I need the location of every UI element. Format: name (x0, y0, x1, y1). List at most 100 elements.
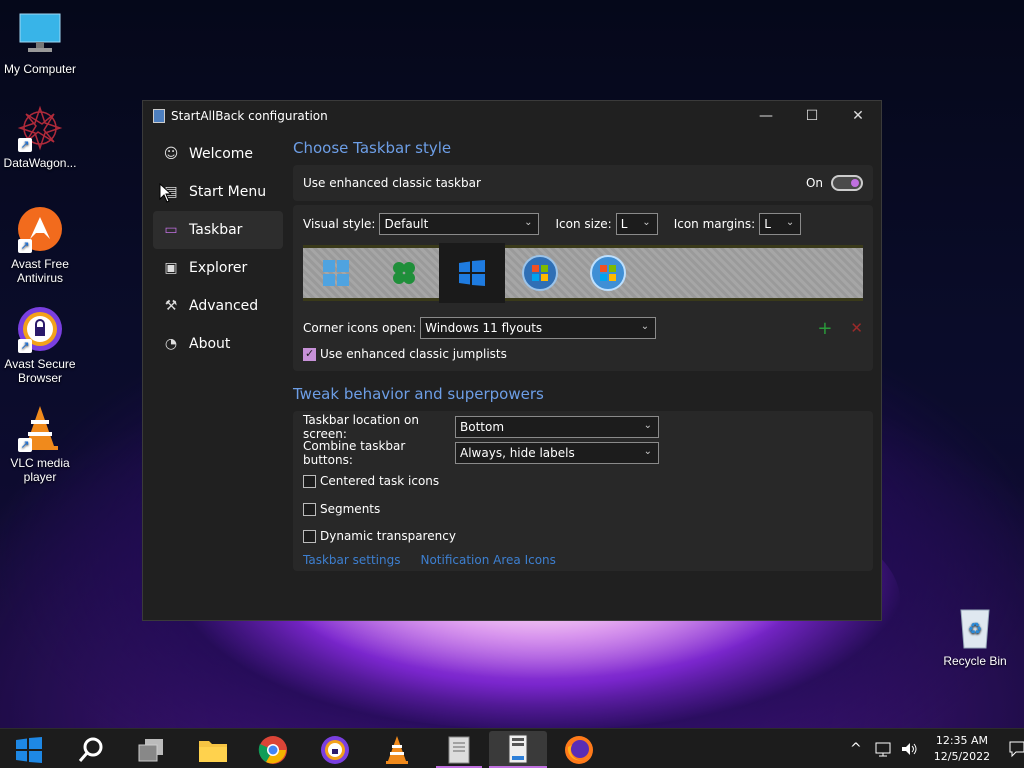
sidebar-item-taskbar[interactable]: ▭ Taskbar (153, 211, 283, 249)
enhanced-taskbar-toggle[interactable] (831, 175, 863, 191)
window-title: StartAllBack configuration (171, 109, 328, 123)
sidebar-item-about[interactable]: ◔ About (153, 325, 283, 363)
corner-icons-select[interactable]: Windows 11 flyouts ⌄ (420, 317, 657, 339)
visual-style-label: Visual style: (303, 217, 376, 231)
search-icon[interactable] (74, 733, 108, 767)
app-icon (153, 109, 165, 123)
documents-icon[interactable] (442, 733, 476, 767)
desktop-icon-recycle-bin[interactable]: ♻ Recycle Bin (935, 602, 1015, 668)
sidebar-item-label: About (189, 336, 231, 352)
smile-icon: ☺ (163, 146, 179, 162)
desktop-icon-my-computer[interactable]: My Computer (0, 10, 80, 76)
chevron-down-icon: ⌄ (640, 321, 650, 332)
monitor-icon (16, 10, 64, 58)
desktop-icon-label: Avast Secure Browser (4, 357, 76, 385)
desktop-icon-avast-antivirus[interactable]: ↗ Avast Free Antivirus (0, 205, 80, 285)
main-content: Choose Taskbar style Use enhanced classi… (293, 139, 873, 575)
minimize-button[interactable]: — (743, 101, 789, 131)
location-label: Taskbar location on screen: (303, 413, 419, 441)
network-icon[interactable] (874, 741, 892, 757)
location-select[interactable]: Bottom ⌄ (455, 416, 659, 438)
shortcut-arrow-icon: ↗ (18, 339, 32, 353)
chevron-down-icon: ⌄ (785, 217, 795, 228)
segments-checkbox[interactable] (303, 502, 316, 516)
sidebar-item-advanced[interactable]: ⚒ Advanced (153, 287, 283, 325)
avast-antivirus-icon: ↗ (16, 205, 64, 253)
style-option-vista[interactable] (575, 248, 641, 298)
remove-icon[interactable]: ✕ (850, 319, 863, 337)
datawagon-icon: ↗ (16, 104, 64, 152)
enhanced-taskbar-card: Use enhanced classic taskbar On (293, 165, 873, 201)
style-option-clover[interactable] (371, 248, 437, 298)
desktop-icon-label: VLC media player (10, 456, 70, 484)
style-option-win10[interactable] (439, 243, 505, 303)
notification-icon[interactable] (1008, 740, 1024, 758)
date-text: 12/5/2022 (933, 750, 991, 763)
vista-orb-icon (590, 255, 626, 291)
gauge-icon: ◔ (164, 336, 178, 352)
close-button[interactable]: ✕ (835, 101, 881, 131)
desktop-icon-label: DataWagon... (3, 156, 77, 170)
section-title-taskbar-style: Choose Taskbar style (293, 139, 452, 157)
select-value: Default (384, 217, 429, 231)
shortcut-arrow-icon: ↗ (18, 438, 32, 452)
clover-icon (393, 262, 415, 284)
sidebar-item-explorer[interactable]: ▣ Explorer (153, 249, 283, 287)
system-tray: ^ 12:35 AM 12/5/2022 (850, 729, 1024, 768)
select-value: L (764, 217, 771, 231)
maximize-button[interactable]: ☐ (789, 101, 835, 131)
startallback-icon[interactable] (489, 731, 547, 767)
centered-checkbox[interactable] (303, 474, 316, 488)
combine-select[interactable]: Always, hide labels ⌄ (455, 442, 659, 464)
select-value: Always, hide labels (460, 446, 575, 460)
style-option-win7[interactable] (507, 248, 573, 298)
avast-browser-icon[interactable] (318, 733, 352, 767)
shortcut-arrow-icon: ↗ (18, 239, 32, 253)
title-bar[interactable]: StartAllBack configuration — ☐ ✕ (143, 101, 881, 131)
jumplists-checkbox[interactable] (303, 347, 316, 361)
tray-chevron-icon[interactable]: ^ (850, 741, 862, 757)
time-text: 12:35 AM (935, 734, 989, 747)
select-value: L (620, 217, 628, 231)
shortcut-arrow-icon: ↗ (18, 138, 32, 152)
sidebar-item-label: Start Menu (189, 184, 267, 200)
firefox-icon[interactable] (562, 733, 596, 767)
windows-start-icon[interactable] (12, 733, 46, 767)
file-explorer-icon[interactable] (196, 733, 230, 767)
sidebar-item-welcome[interactable]: ☺ Welcome (153, 135, 283, 173)
icon-size-label: Icon size: (555, 217, 612, 231)
task-view-icon[interactable] (134, 733, 168, 767)
recycle-bin-icon: ♻ (951, 602, 999, 650)
taskbar-settings-link[interactable]: Taskbar settings (303, 553, 400, 567)
select-value: Windows 11 flyouts (425, 321, 543, 335)
sidebar-item-label: Explorer (189, 260, 248, 276)
desktop-icon-avast-browser[interactable]: ↗ Avast Secure Browser (0, 305, 80, 385)
startallback-window: StartAllBack configuration — ☐ ✕ ☺ Welco… (142, 100, 882, 621)
jumplists-label: Use enhanced classic jumplists (320, 347, 507, 361)
chevron-down-icon: ⌄ (524, 217, 533, 228)
volume-icon[interactable] (900, 741, 918, 757)
dynamic-transparency-checkbox[interactable] (303, 529, 316, 543)
icon-size-select[interactable]: L ⌄ (615, 213, 658, 235)
avast-browser-icon: ↗ (16, 305, 64, 353)
desktop-icon-vlc[interactable]: ↗ VLC media player (0, 404, 80, 484)
sidebar: ☺ Welcome ▤ Start Menu ▭ Taskbar ▣ Explo… (153, 135, 283, 363)
clock[interactable]: 12:35 AM 12/5/2022 (934, 733, 990, 765)
notification-area-icons-link[interactable]: Notification Area Icons (420, 553, 555, 567)
sidebar-item-label: Taskbar (189, 222, 243, 238)
desktop-icon-datawagon[interactable]: ↗ DataWagon... (0, 104, 80, 170)
icon-margins-select[interactable]: L ⌄ (759, 213, 802, 235)
tweak-card: Taskbar location on screen: Bottom ⌄ Com… (293, 411, 873, 571)
chrome-icon[interactable] (256, 733, 290, 767)
mouse-cursor-icon (159, 183, 173, 203)
section-title-tweak: Tweak behavior and superpowers (293, 385, 544, 403)
visual-style-select[interactable]: Default ⌄ (379, 213, 540, 235)
desktop-icon-label: My Computer (3, 62, 77, 76)
select-value: Bottom (460, 420, 505, 434)
vlc-icon[interactable] (380, 733, 414, 767)
vlc-icon: ↗ (16, 404, 64, 452)
add-icon[interactable]: + (817, 318, 832, 339)
style-option-win11[interactable] (303, 248, 369, 298)
icon-margins-label: Icon margins: (673, 217, 756, 231)
visual-style-card: Visual style: Default ⌄ Icon size: L ⌄ I… (293, 205, 873, 371)
